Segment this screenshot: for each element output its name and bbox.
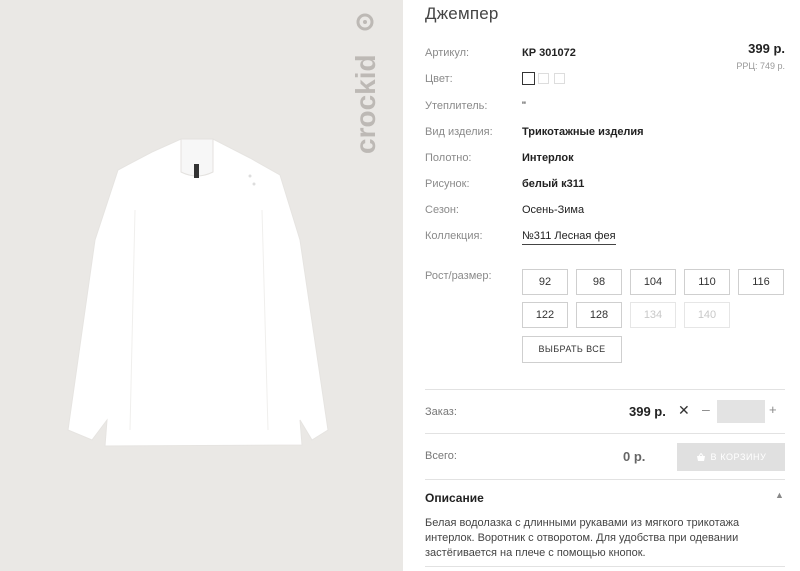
size-button-110[interactable]: 110 xyxy=(684,269,730,295)
total-label: Всего: xyxy=(425,450,457,462)
divider xyxy=(425,566,785,567)
color-swatch-white[interactable] xyxy=(522,72,535,85)
fabric-value: Интерлок xyxy=(522,152,574,164)
size-button-140: 140 xyxy=(684,302,730,328)
crockid-logo-icon[interactable]: crockid xyxy=(344,8,388,158)
product-title: Джемпер xyxy=(425,4,499,23)
fabric-label: Полотно: xyxy=(425,152,472,164)
price-rrp: РРЦ: 749 р. xyxy=(736,61,785,71)
color-swatch-option[interactable] xyxy=(554,73,565,84)
size-button-116[interactable]: 116 xyxy=(738,269,784,295)
total-price: 0 р. xyxy=(623,449,646,464)
season-label: Сезон: xyxy=(425,204,459,216)
chevron-up-icon[interactable]: ▲ xyxy=(775,490,784,500)
size-label: Рост/размер: xyxy=(425,270,492,282)
size-button-104[interactable]: 104 xyxy=(630,269,676,295)
size-button-128[interactable]: 128 xyxy=(576,302,622,328)
description-text: Белая водолазка с длинными рукавами из м… xyxy=(425,517,740,559)
order-label: Заказ: xyxy=(425,406,457,418)
product-image-panel[interactable]: crockid xyxy=(0,0,403,571)
size-button-122[interactable]: 122 xyxy=(522,302,568,328)
size-button-98[interactable]: 98 xyxy=(576,269,622,295)
color-swatch-option[interactable] xyxy=(538,73,549,84)
season-value: Осень-Зима xyxy=(522,204,585,216)
quantity-increment-button[interactable]: + xyxy=(769,402,777,417)
close-icon[interactable]: ✕ xyxy=(678,402,690,419)
divider xyxy=(425,479,785,480)
pattern-value: белый к311 xyxy=(522,178,585,190)
description-title[interactable]: Описание xyxy=(425,491,484,505)
order-price: 399 р. xyxy=(629,404,666,419)
type-value: Трикотажные изделия xyxy=(522,126,644,138)
collection-link[interactable]: №311 Лесная фея xyxy=(522,230,616,245)
quantity-input[interactable] xyxy=(717,400,765,423)
insulation-label: Утеплитель: xyxy=(425,100,488,112)
size-button-134: 134 xyxy=(630,302,676,328)
divider xyxy=(425,389,785,390)
article-value: КР 301072 xyxy=(522,47,576,59)
divider xyxy=(425,433,785,434)
product-details: Джемпер Артикул: КР 301072 399 р. РРЦ: 7… xyxy=(425,0,800,571)
collection-label: Коллекция: xyxy=(425,230,483,242)
add-to-cart-label: В КОРЗИНУ xyxy=(710,452,767,462)
cart-icon xyxy=(696,453,705,462)
price-main: 399 р. xyxy=(748,41,785,56)
insulation-value: " xyxy=(522,100,526,112)
article-label: Артикул: xyxy=(425,47,470,59)
type-label: Вид изделия: xyxy=(425,126,493,138)
select-all-button[interactable]: ВЫБРАТЬ ВСЕ xyxy=(522,336,622,363)
size-button-92[interactable]: 92 xyxy=(522,269,568,295)
pattern-label: Рисунок: xyxy=(425,178,470,190)
quantity-decrement-button[interactable]: – xyxy=(702,401,710,417)
color-label: Цвет: xyxy=(425,73,453,85)
turtleneck-icon xyxy=(67,138,329,447)
add-to-cart-button[interactable]: В КОРЗИНУ xyxy=(677,443,785,471)
brand-logo-text: crockid xyxy=(350,54,381,154)
